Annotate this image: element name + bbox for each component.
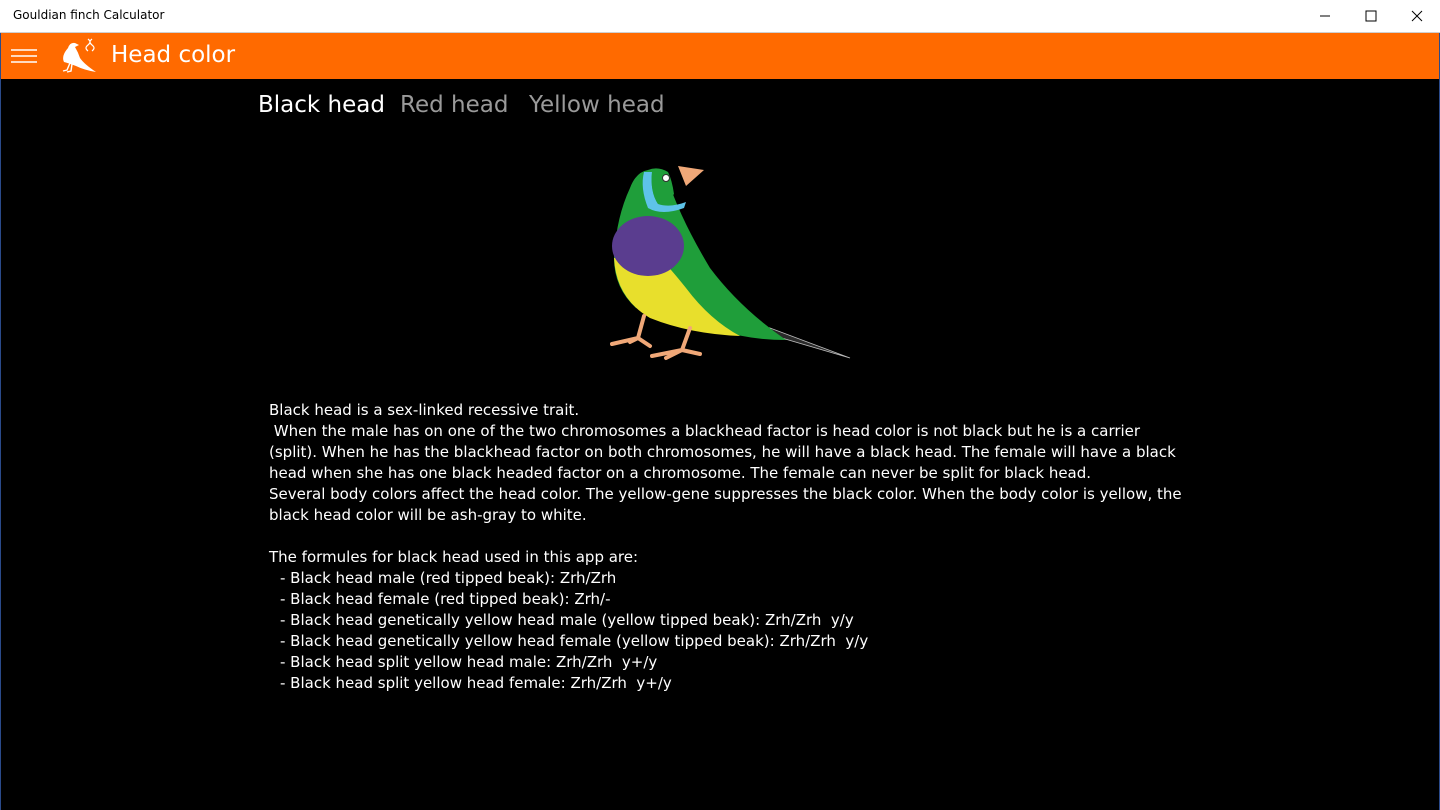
formula-item: - Black head male (red tipped beak): Zrh… [280, 569, 617, 587]
bird-eye [662, 174, 670, 182]
formula-item: - Black head split yellow head female: Z… [280, 674, 672, 692]
maximize-icon [1365, 10, 1377, 22]
tab-yellow-head[interactable]: Yellow head [529, 92, 665, 118]
description-paragraph: When the male has on one of the two chro… [269, 422, 1181, 482]
description-paragraph: Black head is a sex-linked recessive tra… [269, 401, 580, 419]
black-head-finch-illustration [610, 166, 851, 360]
tab-red-head[interactable]: Red head [400, 92, 508, 118]
close-icon [1411, 10, 1423, 22]
bird-beak [678, 166, 704, 186]
hamburger-icon [11, 49, 37, 63]
window-title-bar: Gouldian finch Calculator [0, 0, 1440, 33]
maximize-button[interactable] [1348, 0, 1394, 32]
minimize-icon [1320, 15, 1330, 17]
formula-item: - Black head split yellow head male: Zrh… [280, 653, 658, 671]
formula-item: - Black head genetically yellow head mal… [280, 611, 854, 629]
bird-breast [612, 216, 684, 276]
bird-tail [769, 327, 851, 359]
tab-black-head[interactable]: Black head [258, 92, 385, 118]
bird-leg-left [610, 314, 652, 348]
window-border-left [0, 33, 1, 810]
finch-logo-icon [62, 38, 96, 73]
minimize-button[interactable] [1302, 0, 1348, 32]
formula-item: - Black head female (red tipped beak): Z… [280, 590, 611, 608]
page-title: Head color [111, 42, 236, 68]
app-bar: Head color [0, 33, 1440, 79]
description-paragraph: Several body colors affect the head colo… [269, 485, 1182, 524]
window-title: Gouldian finch Calculator [13, 8, 165, 22]
menu-button[interactable] [0, 33, 48, 79]
formula-item: - Black head genetically yellow head fem… [280, 632, 869, 650]
bird-leg-right [650, 326, 702, 360]
formulas-heading: The formules for black head used in this… [269, 548, 639, 566]
description-text: Black head is a sex-linked recessive tra… [269, 400, 1189, 694]
close-button[interactable] [1394, 0, 1440, 32]
